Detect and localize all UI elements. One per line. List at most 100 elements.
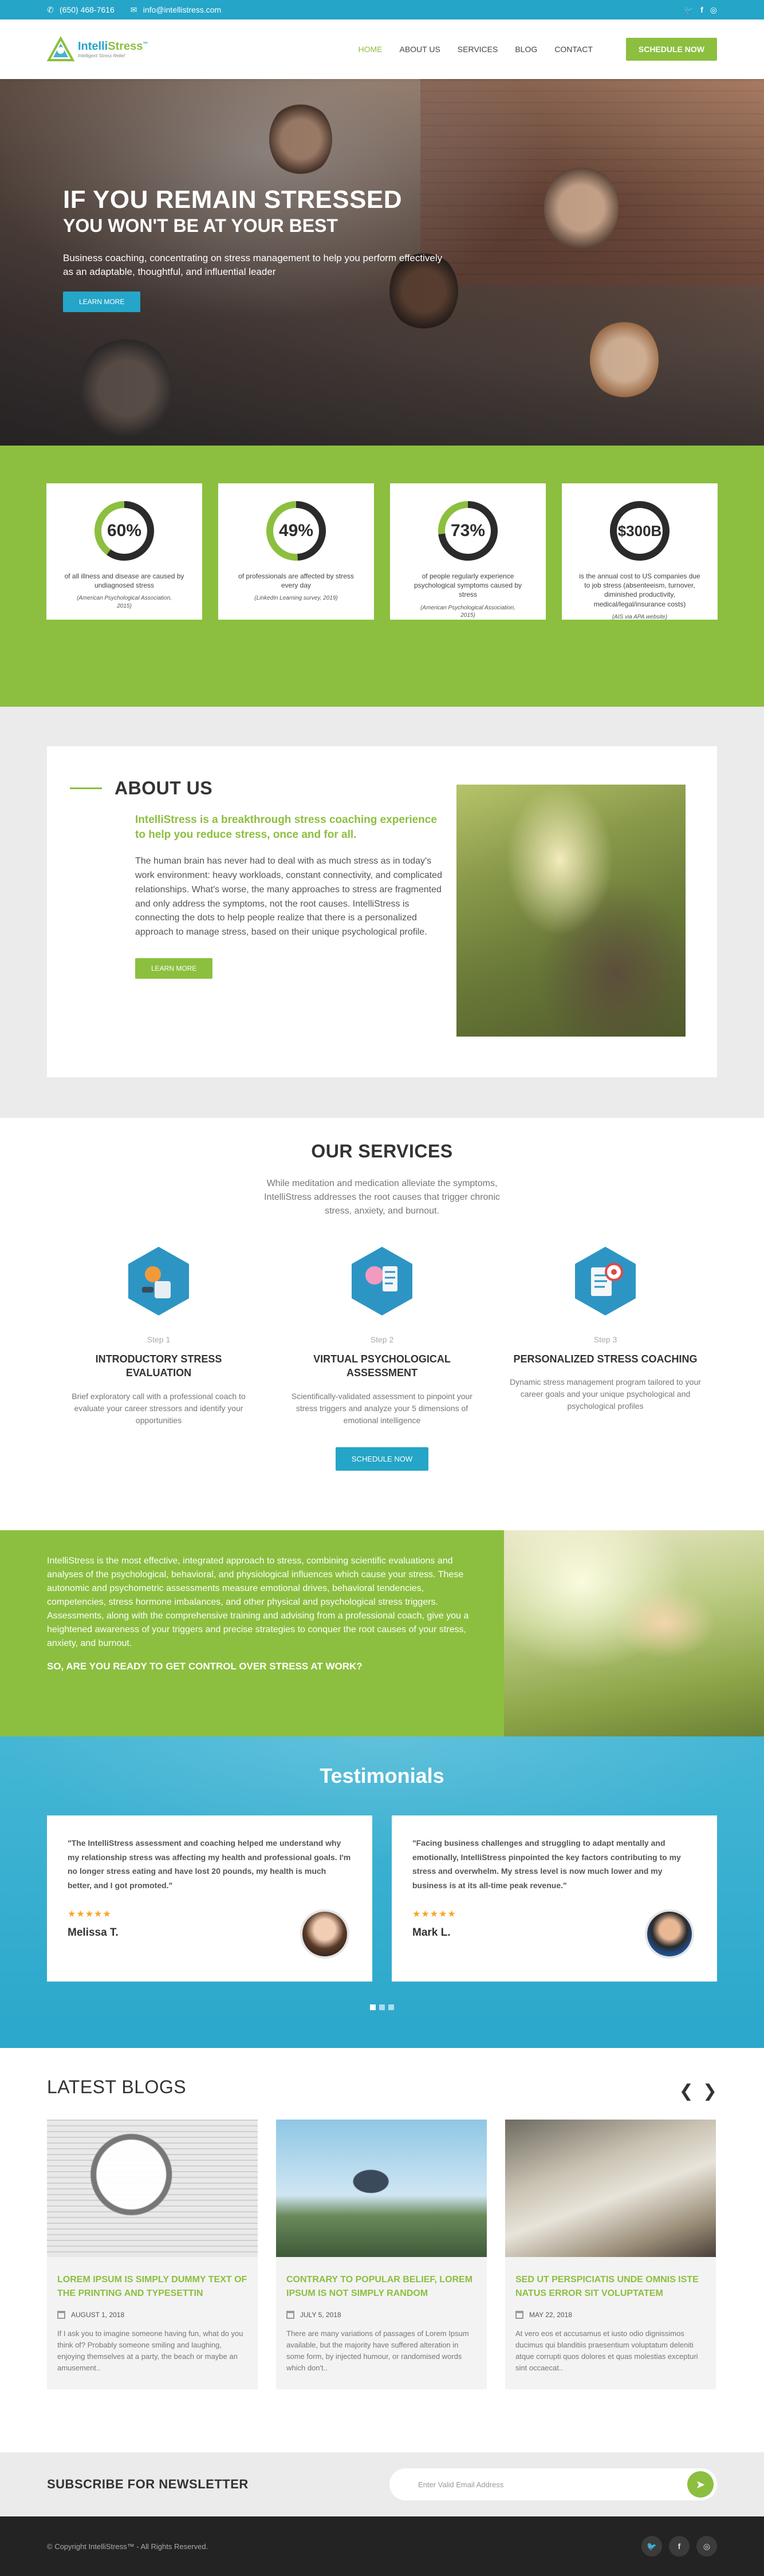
blogs-section: LATEST BLOGS ❮ ❯ LOREM IPSUM IS SIMPLY D… (0, 2048, 764, 2452)
hero-learn-more-button[interactable]: LEARN MORE (63, 291, 141, 312)
blog-date: MAY 22, 2018 (529, 2311, 572, 2319)
blog-title[interactable]: CONTRARY TO POPULAR BELIEF, LOREM IPSUM … (286, 2273, 476, 2301)
top-bar: ✆ (650) 468-7616 ✉ info@intellistress.com … (0, 0, 764, 19)
logo-tagline: Intelligent Stress Relief (78, 53, 125, 58)
avatar (300, 1909, 349, 1959)
stat-text: is the annual cost to US companies due t… (579, 572, 700, 608)
nav-services[interactable]: SERVICES (458, 45, 498, 54)
stat-source: (American Psychological Association, 201… (420, 604, 515, 619)
nav-about-us[interactable]: ABOUT US (399, 45, 440, 54)
step-card: Step 2 VIRTUAL PSYCHOLOGICAL ASSESSMENT … (285, 1246, 479, 1427)
nav-contact[interactable]: CONTACT (554, 45, 593, 54)
carousel-dot[interactable] (388, 2004, 394, 2010)
testimonial-quote: "The IntelliStress assessment and coachi… (68, 1838, 351, 1890)
stat-card: 73% of people regularly experience psycho… (390, 483, 546, 620)
step-card: Step 3 PERSONALIZED STRESS COACHING Dyna… (508, 1246, 703, 1427)
instagram-icon[interactable]: ◎ (710, 5, 717, 15)
twitter-icon[interactable]: 🐦 (641, 2536, 662, 2557)
services-title: OUR SERVICES (311, 1141, 453, 1161)
instagram-icon[interactable]: ◎ (696, 2536, 717, 2557)
main-nav: HOME ABOUT US SERVICES BLOG CONTACT SCHE… (358, 38, 717, 61)
testimonials-section: Testimonials "The IntelliStress assessme… (0, 1736, 764, 2048)
stat-card: 49% of professionals are affected by stre… (218, 483, 374, 620)
carousel-dots (0, 2004, 764, 2010)
footer-social-links: 🐦 f ◎ (641, 2536, 717, 2557)
blog-title[interactable]: LOREM IPSUM IS SIMPLY DUMMY TEXT OF THE … (57, 2273, 247, 2301)
title-divider (70, 787, 102, 789)
about-card: ABOUT US IntelliStress is a breakthrough… (47, 746, 717, 1077)
about-learn-more-button[interactable]: LEARN MORE (135, 958, 213, 979)
hero-banner: IF YOU REMAIN STRESSED YOU WON'T BE AT Y… (0, 79, 764, 446)
stat-source: (LinkedIn Learning survey, 2019) (254, 595, 338, 602)
stat-donut: 73% (436, 499, 499, 562)
calendar-icon (286, 2311, 294, 2319)
hero-title: IF YOU REMAIN STRESSED (63, 186, 403, 214)
cta-photo (504, 1530, 764, 1736)
blog-card[interactable]: CONTRARY TO POPULAR BELIEF, LOREM IPSUM … (276, 2120, 487, 2389)
stats-section: 60% of all illness and disease are caused… (0, 446, 764, 707)
services-section: OUR SERVICES While meditation and medica… (0, 1118, 764, 1530)
stat-text: of professionals are affected by stress … (238, 572, 354, 590)
phone-link[interactable]: ✆ (650) 468-7616 (47, 5, 115, 15)
stat-card: 60% of all illness and disease are caused… (46, 483, 202, 620)
stat-value: 60% (107, 521, 142, 540)
newsletter-section: SUBSCRIBE FOR NEWSLETTER ➤ (0, 2452, 764, 2516)
twitter-icon[interactable]: 🐦 (684, 5, 694, 15)
site-footer: © Copyright IntelliStress™ - All Rights … (0, 2516, 764, 2576)
services-subtitle: While meditation and medication alleviat… (264, 1179, 500, 1216)
contact-info: ✆ (650) 468-7616 ✉ info@intellistress.com (47, 5, 221, 15)
top-social-links: 🐦 f ◎ (684, 5, 717, 15)
blog-date: JULY 5, 2018 (300, 2311, 341, 2319)
stat-donut: 49% (265, 499, 328, 562)
services-steps: Step 1 INTRODUCTORY STRESS EVALUATION Br… (0, 1246, 764, 1427)
testimonials-title: Testimonials (320, 1764, 444, 1787)
services-schedule-now-button[interactable]: SCHEDULE NOW (335, 1447, 429, 1471)
mail-icon: ✉ (130, 5, 137, 14)
hero-subtitle: YOU WON'T BE AT YOUR BEST (63, 215, 338, 237)
facebook-icon[interactable]: f (669, 2536, 690, 2557)
next-arrow-icon[interactable]: ❯ (703, 2081, 717, 2101)
newsletter-form: ➤ (389, 2468, 717, 2500)
blog-excerpt: At vero eos et accusamus et iusto odio d… (515, 2329, 698, 2373)
nav-blog[interactable]: BLOG (515, 45, 537, 54)
nav-home[interactable]: HOME (358, 45, 382, 54)
cta-text: IntelliStress is the most effective, int… (47, 1556, 469, 1648)
step-card: Step 1 INTRODUCTORY STRESS EVALUATION Br… (61, 1246, 256, 1427)
blog-card[interactable]: SED UT PERSPICIATIS UNDE OMNIS ISTE NATU… (505, 2120, 716, 2389)
newsletter-email-input[interactable] (418, 2480, 687, 2489)
schedule-now-button[interactable]: SCHEDULE NOW (625, 38, 717, 61)
blog-image (276, 2120, 487, 2257)
blog-image (505, 2120, 716, 2257)
stat-value: 49% (278, 521, 314, 540)
testimonial-card: "The IntelliStress assessment and coachi… (47, 1815, 372, 1982)
blog-date: AUGUST 1, 2018 (71, 2311, 125, 2319)
blog-excerpt: There are many variations of passages of… (286, 2329, 469, 2373)
blog-title[interactable]: SED UT PERSPICIATIS UNDE OMNIS ISTE NATU… (515, 2273, 706, 2301)
cta-question: SO, ARE YOU READY TO GET CONTROL OVER ST… (47, 1661, 363, 1672)
logo[interactable]: IntelliStress™ Intelligent Stress Relief (46, 36, 148, 62)
avatar (645, 1909, 694, 1959)
testimonial-card: "Facing business challenges and struggli… (392, 1815, 717, 1982)
stat-donut: 60% (93, 499, 156, 562)
stat-value: $300B (617, 522, 662, 539)
email-link[interactable]: ✉ info@intellistress.com (131, 5, 221, 15)
blog-card[interactable]: LOREM IPSUM IS SIMPLY DUMMY TEXT OF THE … (47, 2120, 258, 2389)
calendar-icon (57, 2311, 65, 2319)
blog-excerpt: If I ask you to imagine someone having f… (57, 2329, 243, 2373)
calendar-icon (515, 2311, 523, 2319)
prev-arrow-icon[interactable]: ❮ (679, 2081, 694, 2101)
stat-source: (American Psychological Association, 201… (77, 595, 172, 609)
about-title: ABOUT US (115, 778, 213, 798)
facebook-icon[interactable]: f (700, 5, 703, 15)
coaching-target-icon (574, 1246, 637, 1317)
blog-image (47, 2120, 258, 2257)
carousel-dot[interactable] (379, 2004, 385, 2010)
send-icon[interactable]: ➤ (687, 2471, 714, 2498)
carousel-dot[interactable] (370, 2004, 376, 2010)
stat-text: of people regularly experience psycholog… (413, 572, 522, 599)
hero-photo (269, 102, 332, 176)
assessment-icon (351, 1246, 413, 1317)
about-lead: IntelliStress is a breakthrough stress c… (135, 814, 437, 841)
about-section: ABOUT US IntelliStress is a breakthrough… (0, 707, 764, 1118)
blogs-title: LATEST BLOGS (47, 2077, 187, 2097)
